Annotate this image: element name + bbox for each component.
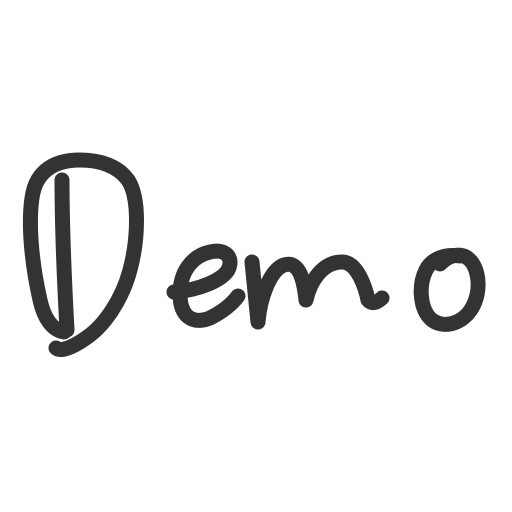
letter-o [413,247,486,332]
letter-d-bowl [22,152,144,357]
demo-logo-canvas: Demo [0,0,512,512]
letter-e [166,243,246,328]
letter-m [244,254,390,330]
demo-wordmark-logo [22,152,486,357]
letter-d-stem [54,172,75,338]
